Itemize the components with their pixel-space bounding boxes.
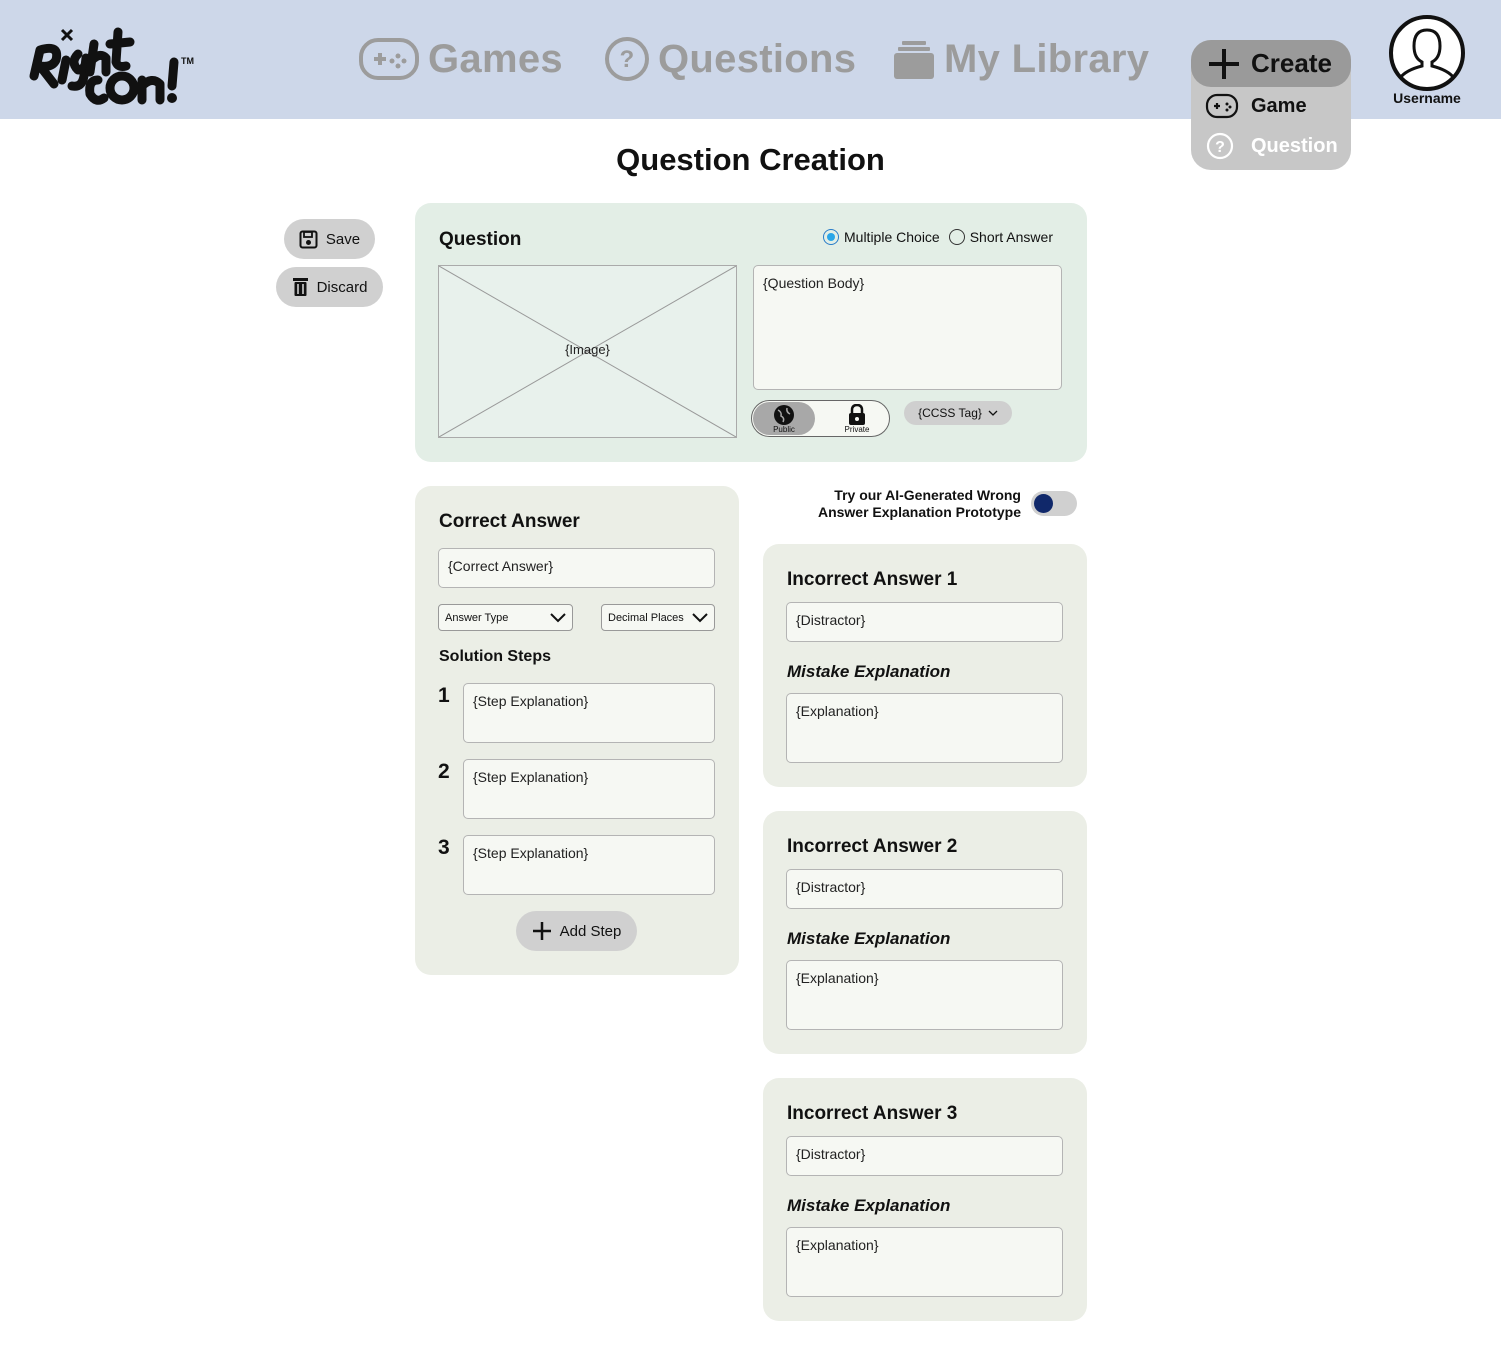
answer-type-label: Answer Type — [445, 611, 509, 624]
library-icon — [894, 41, 934, 79]
ccss-tag-dropdown[interactable]: {CCSS Tag} — [904, 401, 1012, 425]
decimal-places-label: Decimal Places — [608, 611, 684, 624]
floppy-disk-icon — [299, 230, 318, 248]
radio-short-answer-label[interactable]: Short Answer — [970, 229, 1053, 245]
question-type-selector: Multiple Choice Short Answer — [823, 229, 1053, 245]
correct-answer-input[interactable]: {Correct Answer} — [438, 548, 715, 588]
radio-short-answer[interactable] — [948, 229, 965, 245]
mistake-explanation-input-1[interactable]: {Explanation} — [786, 693, 1063, 763]
create-menu-game[interactable]: Game — [1205, 92, 1307, 120]
create-menu-game-label: Game — [1251, 94, 1307, 117]
solution-steps-heading: Solution Steps — [439, 648, 551, 665]
gamepad-icon — [1205, 93, 1239, 119]
visibility-public-label: Public — [773, 425, 795, 434]
visibility-private-label: Private — [844, 425, 870, 434]
question-body-input[interactable]: {Question Body} — [753, 265, 1062, 390]
save-label: Save — [325, 230, 361, 248]
mistake-explanation-input-3[interactable]: {Explanation} — [786, 1227, 1063, 1297]
rightion-logo[interactable]: TM — [26, 14, 201, 109]
username-label[interactable]: Username — [1376, 90, 1478, 106]
ai-explanation-toggle-knob — [1034, 494, 1053, 513]
nav-questions[interactable]: ? Questions — [604, 30, 856, 88]
gamepad-icon — [359, 38, 419, 80]
chevron-down-icon — [692, 612, 708, 622]
save-button[interactable]: Save — [284, 219, 375, 259]
chevron-down-icon — [550, 612, 566, 622]
question-circle-icon: ? — [605, 37, 649, 81]
decimal-places-select[interactable]: Decimal Places — [601, 604, 715, 631]
question-card: Question Multiple Choice Short Answer {I… — [415, 203, 1087, 462]
mistake-explanation-heading-2: Mistake Explanation — [787, 929, 951, 948]
create-label: Create — [1251, 48, 1332, 78]
visibility-private-option[interactable]: Private — [826, 402, 888, 435]
discard-button[interactable]: Discard — [276, 267, 383, 307]
nav-questions-label: Questions — [658, 36, 857, 81]
mistake-explanation-heading-3: Mistake Explanation — [787, 1196, 951, 1215]
ai-toggle-label-line1: Try our AI-Generated Wrong — [834, 487, 1021, 503]
correct-answer-heading: Correct Answer — [439, 511, 580, 532]
ai-toggle-label: Try our AI-Generated Wrong Answer Explan… — [790, 487, 1021, 521]
create-button[interactable]: Create — [1191, 40, 1351, 87]
mistake-explanation-input-2[interactable]: {Explanation} — [786, 960, 1063, 1030]
question-heading: Question — [439, 229, 522, 250]
image-placeholder-label: {Image} — [565, 342, 610, 357]
incorrect-answer-heading-3: Incorrect Answer 3 — [787, 1103, 958, 1124]
step-number-1: 1 — [438, 684, 450, 707]
add-step-button[interactable]: Add Step — [516, 911, 637, 951]
lock-icon — [849, 404, 865, 425]
ai-toggle-label-line2: Answer Explanation Prototype — [817, 504, 1021, 520]
step-number-2: 2 — [438, 760, 450, 783]
incorrect-answer-card-2: Incorrect Answer 2 {Distractor} Mistake … — [763, 811, 1087, 1054]
ccss-tag-label: {CCSS Tag} — [918, 406, 982, 420]
distractor-input-2[interactable]: {Distractor} — [786, 869, 1063, 909]
plus-icon — [532, 922, 551, 940]
step-explanation-input-2[interactable]: {Step Explanation} — [463, 759, 715, 819]
distractor-input-3[interactable]: {Distractor} — [786, 1136, 1063, 1176]
image-placeholder[interactable]: {Image} — [438, 265, 737, 438]
visibility-public-option[interactable]: Public — [753, 402, 815, 435]
step-explanation-input-3[interactable]: {Step Explanation} — [463, 835, 715, 895]
incorrect-answer-card-3: Incorrect Answer 3 {Distractor} Mistake … — [763, 1078, 1087, 1321]
chevron-down-icon — [988, 410, 998, 416]
radio-multiple-choice[interactable] — [823, 229, 839, 245]
ai-explanation-toggle[interactable] — [1031, 491, 1077, 516]
nav-my-library[interactable]: My Library — [892, 30, 1149, 88]
mistake-explanation-heading-1: Mistake Explanation — [787, 662, 951, 681]
discard-label: Discard — [316, 278, 368, 296]
step-number-3: 3 — [438, 836, 450, 859]
radio-multiple-choice-label[interactable]: Multiple Choice — [844, 229, 940, 245]
incorrect-answer-heading-2: Incorrect Answer 2 — [787, 836, 958, 857]
svg-text:?: ? — [620, 46, 635, 73]
globe-icon — [774, 405, 794, 425]
answer-type-select[interactable]: Answer Type — [438, 604, 573, 631]
add-step-label: Add Step — [559, 922, 622, 940]
svg-text:TM: TM — [181, 56, 194, 66]
trash-icon — [292, 278, 308, 296]
visibility-toggle[interactable]: Public Private — [751, 400, 890, 437]
nav-games[interactable]: Games — [358, 30, 563, 88]
plus-icon — [1209, 48, 1239, 79]
page-title: Question Creation — [616, 142, 885, 177]
top-nav-bar: TM Games ? Questions My Library Create G… — [0, 0, 1501, 170]
incorrect-answer-card-1: Incorrect Answer 1 {Distractor} Mistake … — [763, 544, 1087, 787]
user-avatar-icon[interactable] — [1388, 14, 1466, 92]
correct-answer-card: Correct Answer {Correct Answer} Answer T… — [415, 486, 739, 975]
incorrect-answer-heading-1: Incorrect Answer 1 — [787, 569, 958, 590]
distractor-input-1[interactable]: {Distractor} — [786, 602, 1063, 642]
nav-games-label: Games — [428, 36, 563, 81]
nav-my-library-label: My Library — [944, 36, 1150, 81]
step-explanation-input-1[interactable]: {Step Explanation} — [463, 683, 715, 743]
